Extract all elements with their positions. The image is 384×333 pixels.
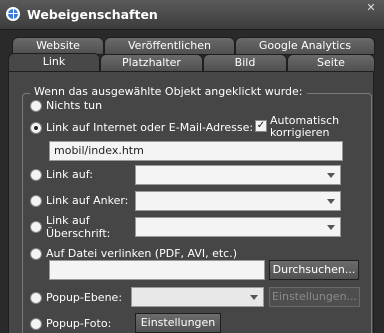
window-title: Webeigenschaften <box>27 7 158 22</box>
popup-layer-settings-button[interactable]: Einstellungen... <box>269 287 360 307</box>
close-icon[interactable]: ✕ <box>364 2 378 14</box>
radio-heading-label: Link auf Überschrift: <box>46 214 111 240</box>
globe-icon <box>6 7 20 21</box>
group-title: Wenn das ausgewählte Objekt angeklickt w… <box>30 85 307 98</box>
radio-anchor[interactable] <box>30 195 42 207</box>
chevron-down-icon <box>250 295 258 300</box>
radio-popup-photo-label: Popup-Foto: <box>46 317 112 330</box>
tab-image[interactable]: Bild <box>203 54 287 72</box>
file-path-input[interactable] <box>49 260 265 280</box>
radio-none[interactable] <box>30 100 42 112</box>
radio-none-label: Nichts tun <box>46 99 103 112</box>
radio-url-label: Link auf Internet oder E-Mail-Adresse: <box>46 121 254 134</box>
radio-popup-layer[interactable] <box>30 292 42 304</box>
heading-select[interactable] <box>135 217 341 237</box>
radio-link-to[interactable] <box>30 169 42 181</box>
browse-button[interactable]: Durchsuchen... <box>269 260 359 280</box>
popup-photo-settings-button[interactable]: Einstellungen <box>135 313 221 333</box>
anchor-select[interactable] <box>135 191 341 211</box>
chevron-down-icon <box>327 173 335 178</box>
auto-correct-checkbox[interactable]: ✓ <box>255 120 267 132</box>
radio-popup-photo[interactable] <box>30 318 42 330</box>
tab-link[interactable]: Link <box>8 53 100 72</box>
radio-file[interactable] <box>30 248 42 260</box>
tab-strip: Website Veröffentlichen Google Analytics… <box>0 30 384 72</box>
tab-page[interactable]: Seite <box>287 54 375 72</box>
radio-url[interactable] <box>30 122 42 134</box>
tab-publish[interactable]: Veröffentlichen <box>104 37 235 55</box>
radio-link-to-label: Link auf: <box>46 168 93 181</box>
checkmark-icon: ✓ <box>256 120 266 131</box>
radio-file-label: Auf Datei verlinken (PDF, AVI, etc.) <box>46 247 238 260</box>
chevron-down-icon <box>327 199 335 204</box>
radio-heading[interactable] <box>30 221 42 233</box>
url-input[interactable]: mobil/index.htm <box>49 141 343 161</box>
link-to-select[interactable] <box>135 165 341 185</box>
tab-google-analytics[interactable]: Google Analytics <box>235 37 375 55</box>
auto-correct-label: Automatisch korrigieren <box>270 114 340 139</box>
radio-popup-layer-label: Popup-Ebene: <box>46 291 123 304</box>
popup-layer-select[interactable] <box>131 287 264 307</box>
radio-anchor-label: Link auf Anker: <box>46 194 129 207</box>
chevron-down-icon <box>327 225 335 230</box>
title-bar: Webeigenschaften ✕ <box>0 0 384 30</box>
tab-placeholder[interactable]: Platzhalter <box>100 54 203 72</box>
